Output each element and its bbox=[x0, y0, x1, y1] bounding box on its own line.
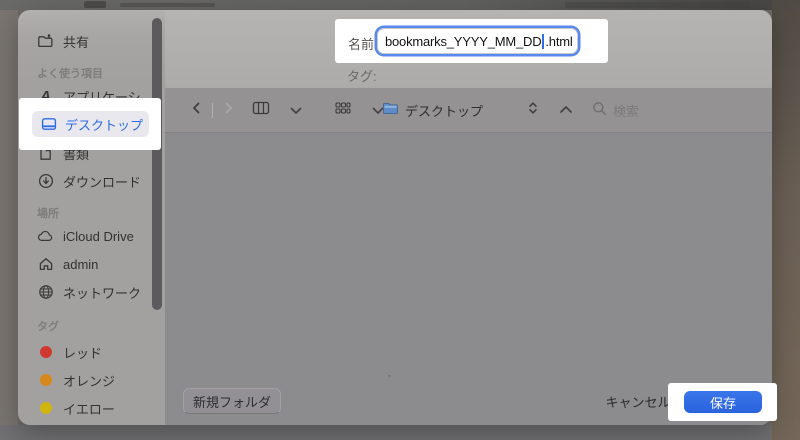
sidebar-item-desktop[interactable]: デスクトップ bbox=[32, 111, 149, 137]
chevron-up-icon bbox=[558, 102, 574, 120]
back-button[interactable] bbox=[190, 100, 202, 121]
sidebar-item-label: iCloud Drive bbox=[63, 228, 134, 244]
sidebar-item-label: ネットワーク bbox=[63, 285, 142, 301]
backdrop-artifact bbox=[565, 2, 750, 8]
sidebar-item-network[interactable]: ネットワーク bbox=[18, 279, 152, 305]
forward-button[interactable] bbox=[223, 100, 235, 121]
globe-icon bbox=[37, 284, 54, 301]
save-dialog: 共有 よく使う項目 A アプリケーシ… 書類 ダウンロード 場所 iCloud … bbox=[18, 10, 772, 425]
nav-buttons bbox=[190, 88, 235, 133]
tags-field-label: タグ: bbox=[347, 69, 377, 84]
name-field-label: 名前: bbox=[348, 37, 378, 52]
sidebar-item-shared[interactable]: 共有 bbox=[18, 28, 152, 54]
search-icon bbox=[592, 101, 607, 121]
backdrop-left-strip bbox=[0, 10, 18, 425]
backdrop-top-strip bbox=[0, 0, 772, 10]
filename-text-after-caret: .html bbox=[545, 33, 573, 49]
shared-folder-icon bbox=[37, 33, 54, 50]
backdrop-bottom-strip bbox=[0, 425, 772, 440]
sidebar-section-places: 場所 bbox=[37, 208, 59, 220]
sidebar-item-tag-orange[interactable]: オレンジ bbox=[18, 367, 152, 393]
updown-chevrons-icon bbox=[526, 100, 540, 121]
folder-stepper[interactable] bbox=[526, 88, 540, 133]
sidebar-item-label: ダウンロード bbox=[63, 174, 142, 190]
sidebar-item-label: オレンジ bbox=[63, 373, 116, 389]
blue-folder-icon bbox=[382, 101, 399, 121]
sidebar-item-label: デスクトップ bbox=[65, 117, 144, 133]
view-mode-control[interactable] bbox=[252, 88, 302, 133]
highlight-card-desktop-item: デスクトップ bbox=[19, 98, 161, 150]
sidebar-item-label: イエロー bbox=[63, 401, 115, 417]
new-folder-button[interactable]: 新規フォルダ bbox=[183, 388, 281, 414]
sidebar-item-home-admin[interactable]: admin bbox=[18, 251, 152, 277]
dialog-toolbar: デスクトップ 検索 bbox=[165, 88, 772, 133]
sidebar: 共有 よく使う項目 A アプリケーシ… 書類 ダウンロード 場所 iCloud … bbox=[18, 10, 165, 425]
sidebar-item-tag-yellow[interactable]: イエロー bbox=[18, 395, 152, 421]
text-caret bbox=[542, 33, 545, 49]
sidebar-section-favorites: よく使う項目 bbox=[37, 68, 103, 80]
chevron-down-icon bbox=[290, 102, 302, 120]
tag-orange-icon bbox=[37, 372, 54, 389]
sidebar-scrollbar[interactable] bbox=[152, 18, 162, 310]
sidebar-section-tags: タグ bbox=[37, 321, 59, 333]
backdrop-artifact bbox=[84, 1, 106, 8]
sidebar-item-downloads[interactable]: ダウンロード bbox=[18, 168, 152, 194]
tag-yellow-icon bbox=[37, 400, 54, 417]
current-folder-label: デスクトップ bbox=[405, 104, 484, 119]
grouping-control[interactable] bbox=[334, 88, 384, 133]
sidebar-item-label: admin bbox=[63, 256, 99, 272]
sidebar-item-label: レッド bbox=[63, 345, 103, 361]
backdrop-artifact bbox=[120, 3, 215, 7]
collapse-sheet-button[interactable] bbox=[558, 88, 574, 133]
filename-input[interactable]: bookmarks_YYYY_MM_DD .html bbox=[377, 28, 578, 54]
cloud-icon bbox=[37, 228, 54, 245]
save-button[interactable]: 保存 bbox=[684, 391, 762, 413]
download-icon bbox=[37, 173, 54, 190]
search-placeholder: 検索 bbox=[613, 104, 640, 119]
nav-divider bbox=[212, 103, 213, 118]
desktop-background-right bbox=[772, 0, 800, 440]
search-field[interactable]: 検索 bbox=[592, 88, 639, 133]
sidebar-item-label: 共有 bbox=[63, 34, 90, 50]
column-resize-mark: „ bbox=[388, 368, 392, 378]
file-browser-area[interactable] bbox=[165, 133, 772, 425]
group-view-icon bbox=[334, 100, 352, 121]
tag-red-icon bbox=[37, 344, 54, 361]
current-folder-popup[interactable]: デスクトップ bbox=[382, 88, 483, 133]
sidebar-item-tag-red[interactable]: レッド bbox=[18, 339, 152, 365]
filename-text-before-caret: bookmarks_YYYY_MM_DD bbox=[385, 33, 542, 49]
sidebar-item-icloud-drive[interactable]: iCloud Drive bbox=[18, 223, 152, 249]
column-view-icon bbox=[252, 100, 270, 121]
highlight-card-save: 保存 bbox=[668, 383, 777, 421]
home-icon bbox=[37, 256, 54, 273]
highlight-card-filename: 名前: bookmarks_YYYY_MM_DD .html bbox=[335, 19, 608, 63]
desktop-icon bbox=[40, 116, 57, 133]
